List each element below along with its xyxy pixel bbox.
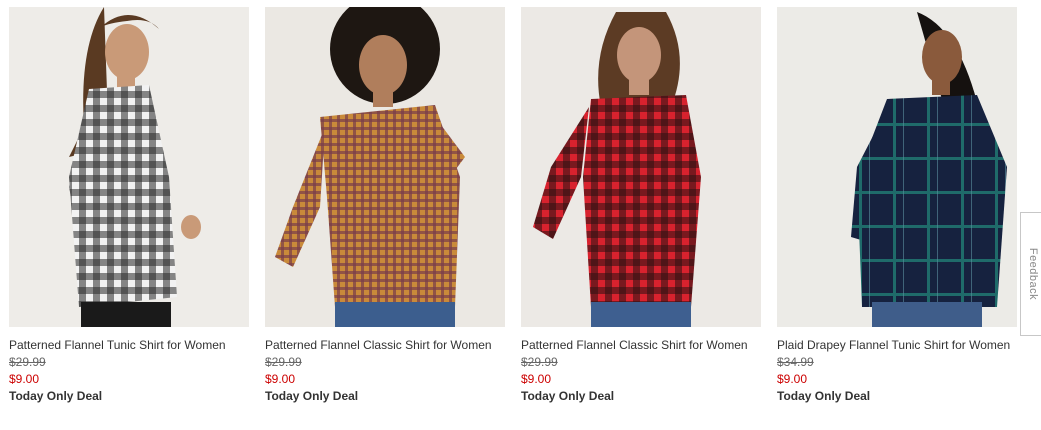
product-title[interactable]: Patterned Flannel Classic Shirt for Wome… bbox=[521, 338, 761, 352]
product-image[interactable] bbox=[9, 7, 249, 327]
feedback-tab[interactable]: Feedback bbox=[1020, 212, 1041, 336]
product-grid: Patterned Flannel Tunic Shirt for Women … bbox=[9, 7, 1017, 403]
product-card[interactable]: Patterned Flannel Tunic Shirt for Women … bbox=[9, 7, 249, 403]
product-title[interactable]: Plaid Drapey Flannel Tunic Shirt for Wom… bbox=[777, 338, 1017, 352]
product-card[interactable]: Patterned Flannel Classic Shirt for Wome… bbox=[521, 7, 761, 403]
feedback-label: Feedback bbox=[1026, 247, 1039, 301]
original-price: $34.99 bbox=[777, 355, 814, 369]
product-image[interactable] bbox=[265, 7, 505, 327]
sale-price: $9.00 bbox=[777, 372, 808, 386]
original-price: $29.99 bbox=[9, 355, 46, 369]
product-title[interactable]: Patterned Flannel Tunic Shirt for Women bbox=[9, 338, 249, 352]
original-price: $29.99 bbox=[521, 355, 558, 369]
product-photo bbox=[777, 7, 1017, 327]
product-image[interactable] bbox=[521, 7, 761, 327]
product-card[interactable]: Patterned Flannel Classic Shirt for Wome… bbox=[265, 7, 505, 403]
deal-badge: Today Only Deal bbox=[777, 389, 871, 403]
product-photo bbox=[521, 7, 761, 327]
sale-price: $9.00 bbox=[9, 372, 40, 386]
deal-badge: Today Only Deal bbox=[265, 389, 359, 403]
product-photo bbox=[9, 7, 249, 327]
deal-badge: Today Only Deal bbox=[9, 389, 103, 403]
product-card[interactable]: Plaid Drapey Flannel Tunic Shirt for Wom… bbox=[777, 7, 1017, 403]
deal-badge: Today Only Deal bbox=[521, 389, 615, 403]
product-title[interactable]: Patterned Flannel Classic Shirt for Wome… bbox=[265, 338, 505, 352]
sale-price: $9.00 bbox=[265, 372, 296, 386]
product-image[interactable] bbox=[777, 7, 1017, 327]
original-price: $29.99 bbox=[265, 355, 302, 369]
product-photo bbox=[265, 7, 505, 327]
sale-price: $9.00 bbox=[521, 372, 552, 386]
